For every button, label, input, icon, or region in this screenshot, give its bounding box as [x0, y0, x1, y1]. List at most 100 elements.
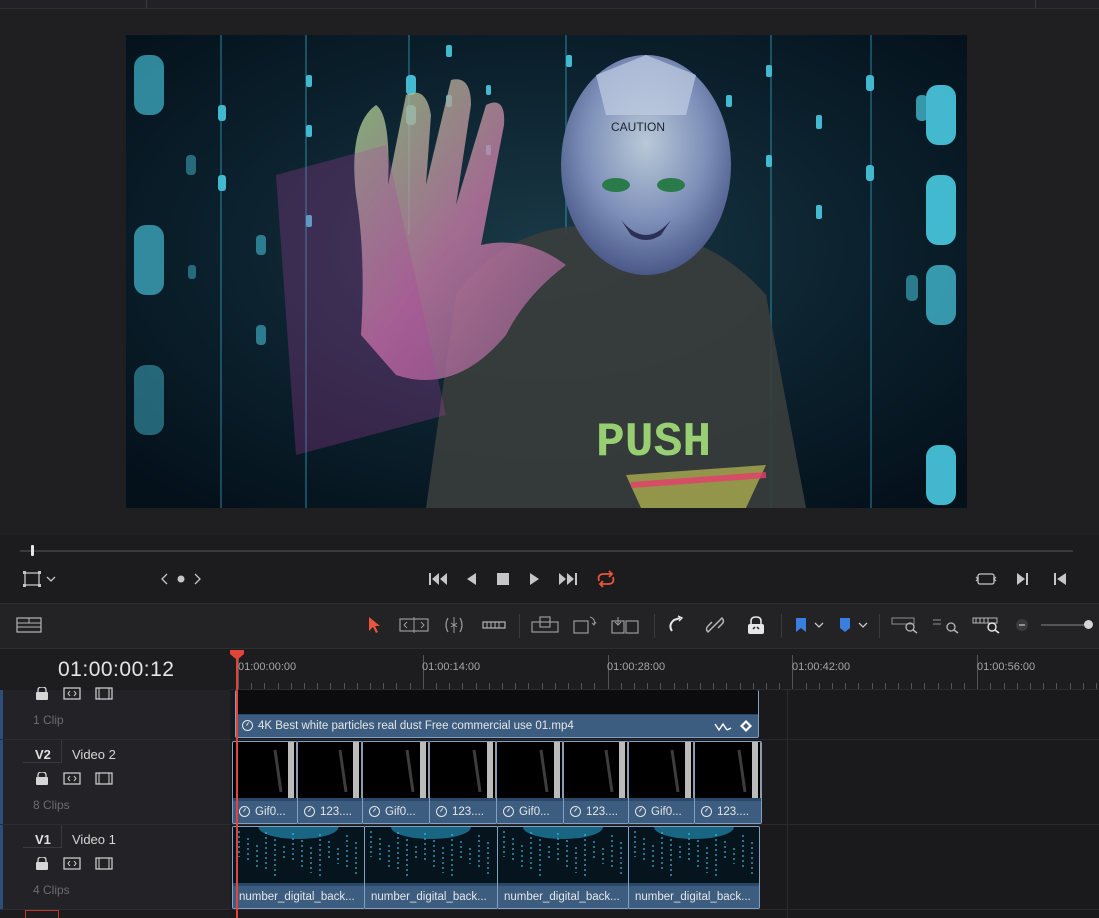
go-to-start-icon[interactable]	[428, 569, 450, 589]
track-lane-indicator	[0, 690, 3, 739]
linked-selection-icon[interactable]	[704, 615, 726, 635]
position-lock-icon[interactable]	[745, 615, 767, 635]
clip-thumbnail	[497, 742, 563, 798]
auto-select-icon[interactable]	[63, 687, 81, 701]
disable-track-icon[interactable]	[95, 857, 113, 871]
marker-icon[interactable]	[837, 615, 871, 635]
scrubber-track[interactable]	[20, 550, 1073, 552]
play-reverse-icon[interactable]	[464, 569, 480, 589]
trim-tool-icon[interactable]	[398, 615, 430, 635]
zoom-slider-handle[interactable]	[1084, 620, 1093, 629]
auto-select-icon[interactable]	[63, 857, 81, 871]
speed-gauge-icon	[436, 806, 447, 817]
zoom-custom-icon[interactable]	[971, 615, 1001, 635]
toolbar-divider	[879, 614, 880, 638]
v2-clip[interactable]: 123....	[429, 741, 497, 824]
zoom-detail-icon[interactable]	[931, 615, 961, 635]
v2-clip[interactable]: 123....	[563, 741, 629, 824]
keyframe-curve-icon[interactable]	[714, 718, 732, 734]
go-to-end-icon[interactable]	[556, 569, 578, 589]
playhead-line[interactable]	[236, 655, 238, 918]
dynamic-trim-icon[interactable]	[440, 615, 468, 635]
ruler-label: 01:00:28:00	[607, 661, 666, 673]
track-separator	[231, 909, 1099, 910]
v2-clip[interactable]: 123....	[694, 741, 762, 824]
v1-clip[interactable]: number_digital_back...	[497, 826, 629, 909]
zoom-out-icon[interactable]	[1014, 615, 1030, 635]
track-header-video3[interactable]: 1 Clip	[0, 687, 230, 740]
timeline-view-options-icon[interactable]	[16, 615, 42, 635]
track-name[interactable]: Video 2	[72, 747, 116, 762]
ruler-tick	[278, 683, 279, 689]
v1-clip[interactable]: number_digital_back...	[232, 826, 365, 909]
audio-track-indicator	[25, 910, 59, 918]
v2-clip[interactable]: Gif0...	[496, 741, 564, 824]
disable-track-icon[interactable]	[95, 687, 113, 701]
ruler-tick	[806, 683, 807, 689]
clip-label: 123....	[298, 801, 362, 823]
speed-gauge-icon	[239, 806, 250, 817]
ruler-tick	[594, 683, 595, 689]
flag-icon[interactable]	[793, 615, 827, 635]
ruler-tick	[502, 683, 503, 689]
lock-track-icon[interactable]	[34, 857, 50, 871]
ruler-tick	[885, 683, 886, 689]
v2-clip[interactable]: Gif0...	[362, 741, 430, 824]
ruler-tick	[647, 683, 648, 689]
ruler-tick	[383, 683, 384, 689]
zoom-full-icon[interactable]	[890, 615, 920, 635]
v1-clip[interactable]: number_digital_back...	[364, 826, 498, 909]
keyframe-diamond-icon[interactable]	[739, 718, 753, 734]
play-icon[interactable]	[526, 569, 542, 589]
toolbar-divider	[781, 614, 782, 638]
clip-thumbnail	[629, 827, 759, 883]
track-header-video2[interactable]: V2 Video 2 8 Clips	[0, 740, 230, 825]
blade-tool-icon[interactable]	[481, 615, 507, 635]
zoom-slider-track[interactable]	[1041, 624, 1089, 626]
timecode-display[interactable]: 01:00:00:12	[58, 658, 174, 682]
ruler-label: 01:00:00:00	[238, 661, 297, 673]
ruler-tick	[462, 683, 463, 689]
clip-thumbnail	[430, 742, 496, 798]
ruler-tick	[660, 683, 661, 689]
playhead-marker-icon[interactable]	[230, 647, 244, 660]
v1-clip[interactable]: number_digital_back...	[628, 826, 760, 909]
disable-track-icon[interactable]	[95, 772, 113, 786]
v2-clip[interactable]: Gif0...	[232, 741, 298, 824]
clip-thumbnail	[498, 827, 628, 883]
snapping-icon[interactable]	[666, 615, 688, 635]
viewer-frame[interactable]: CAUTION PUSH	[126, 35, 967, 508]
timeline-tracks[interactable]: 4K Best white particles real dust Free c…	[231, 690, 1099, 918]
speed-gauge-icon	[369, 806, 380, 817]
caution-text: CAUTION	[611, 120, 665, 134]
next-edit-icon[interactable]	[1014, 569, 1032, 589]
crop-transform-icon[interactable]	[22, 569, 56, 589]
ruler-tick	[489, 683, 490, 689]
match-frame-icon[interactable]	[974, 569, 998, 589]
overwrite-clip-icon[interactable]	[572, 615, 598, 635]
scrubber-handle[interactable]	[31, 545, 34, 556]
v2-clip[interactable]: 123....	[297, 741, 363, 824]
ruler-tick	[330, 683, 331, 689]
stop-icon[interactable]	[494, 569, 512, 589]
lock-track-icon[interactable]	[34, 772, 50, 786]
auto-select-icon[interactable]	[63, 772, 81, 786]
insert-clip-icon[interactable]	[530, 615, 560, 635]
clip-label: number_digital_back...	[629, 886, 759, 908]
ruler-tick	[449, 683, 450, 689]
previous-edit-icon[interactable]	[1051, 569, 1069, 589]
loop-icon[interactable]	[594, 569, 618, 589]
track-header-video1[interactable]: V1 Video 1 4 Clips	[0, 825, 230, 910]
replace-clip-icon[interactable]	[610, 615, 642, 635]
clip-particles[interactable]: 4K Best white particles real dust Free c…	[235, 690, 759, 738]
ruler-tick	[845, 683, 846, 689]
speed-gauge-icon	[503, 806, 514, 817]
selection-tool-icon[interactable]	[364, 615, 382, 635]
timeline-ruler[interactable]: 01:00:00:00 01:00:14:00 01:00:28:00 01:0…	[230, 649, 1099, 690]
track-clip-count: 8 Clips	[33, 798, 70, 812]
v2-clip[interactable]: Gif0...	[628, 741, 695, 824]
lock-track-icon[interactable]	[34, 687, 50, 701]
track-name[interactable]: Video 1	[72, 832, 116, 847]
clip-navigation-icon[interactable]	[160, 569, 204, 589]
top-strip	[0, 0, 1099, 9]
